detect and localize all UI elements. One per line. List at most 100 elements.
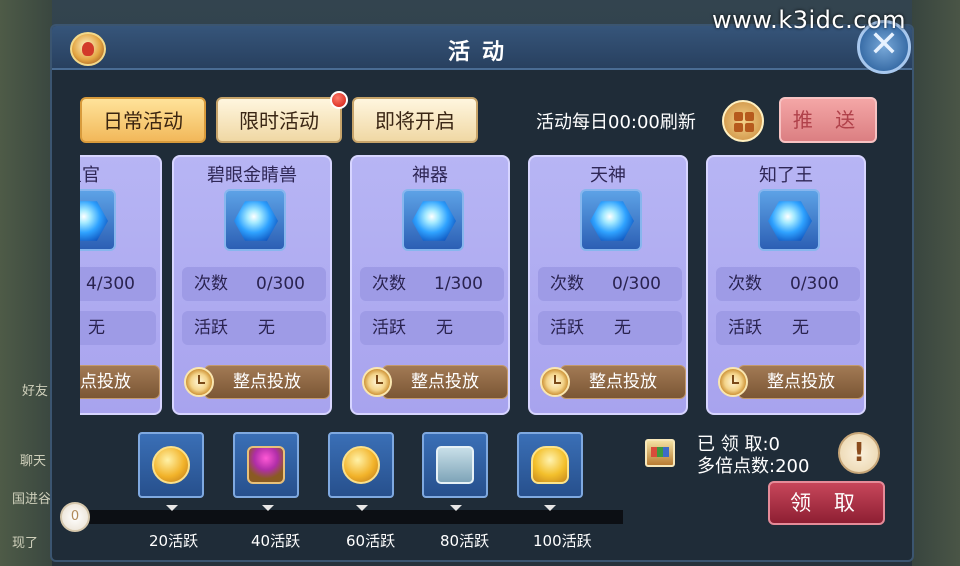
active-row: 活跃 无 [80, 311, 156, 345]
blue-gem-icon [412, 201, 456, 241]
hourly-drop-button[interactable]: 整点投放 [738, 365, 864, 399]
reward-threshold-label: 60活跃 [346, 532, 396, 550]
reward-threshold-label: 100活跃 [533, 532, 592, 550]
count-label: 次数 [194, 274, 228, 294]
active-label: 活跃 [550, 318, 584, 338]
active-row: 活跃 无 [360, 311, 504, 345]
grid-icon [734, 123, 743, 132]
progress-knob: 0 [60, 502, 90, 532]
clock-icon [184, 367, 214, 397]
active-label: 活跃 [728, 318, 762, 338]
gold-coin-icon [152, 446, 190, 484]
silver-box-icon [436, 446, 474, 484]
progress-tick-icon [450, 505, 462, 511]
info-button[interactable]: ! [838, 432, 880, 474]
progress-tick-icon [544, 505, 556, 511]
count-value: 1/300 [434, 274, 483, 294]
clock-icon [540, 367, 570, 397]
tab-label: 限时活动 [239, 109, 319, 133]
tab-upcoming[interactable]: 即将开启 [352, 97, 478, 143]
ticket-icon [645, 439, 675, 467]
activity-card: 碧眼金睛兽 次数 0/300 活跃 无 整点投放 [172, 155, 332, 415]
active-row: 活跃 无 [716, 311, 860, 345]
active-value: 无 [614, 318, 631, 338]
reward-gem-frame [80, 189, 116, 251]
treasure-chest-icon [247, 446, 285, 484]
count-row: 次数 1/300 [360, 267, 504, 301]
background-chat-text: 国进谷 [12, 492, 52, 507]
reward-threshold-label: 40活跃 [251, 532, 301, 550]
progress-tick-icon [356, 505, 368, 511]
count-label: 次数 [728, 274, 762, 294]
background-chat-text: 现了 [12, 536, 39, 551]
active-row: 活跃 无 [538, 311, 682, 345]
reward-20[interactable] [138, 432, 204, 498]
background-chat-label: 聊天 [20, 454, 47, 469]
card-title: 知了王 [759, 165, 813, 186]
active-value: 无 [436, 318, 453, 338]
card-title: 神器 [412, 165, 448, 186]
activity-progress-bar [80, 510, 623, 524]
count-value: 4/300 [86, 274, 135, 294]
grid-menu-button[interactable] [722, 100, 764, 142]
hourly-drop-button[interactable]: 整点投放 [382, 365, 508, 399]
multiplier-points: 多倍点数:200 [697, 456, 810, 477]
notification-dot-icon [330, 91, 348, 109]
reward-threshold-label: 80活跃 [440, 532, 490, 550]
card-title: 星官 [80, 165, 100, 186]
reward-60[interactable] [328, 432, 394, 498]
reward-gem-frame [580, 189, 642, 251]
active-value: 无 [258, 318, 275, 338]
count-value: 0/300 [790, 274, 839, 294]
refresh-notice: 活动每日00:00刷新 [536, 112, 696, 133]
card-title: 碧眼金睛兽 [207, 165, 297, 186]
hourly-drop-button[interactable]: 整点投放 [560, 365, 686, 399]
gold-ingot-icon [531, 446, 569, 484]
active-label: 活跃 [372, 318, 406, 338]
clock-icon [718, 367, 748, 397]
grid-icon [745, 123, 754, 132]
reward-100[interactable] [517, 432, 583, 498]
game-background-right [912, 0, 960, 566]
activity-card: 星官 次数 4/300 活跃 无 整点投放 [80, 155, 162, 415]
blue-gem-icon [590, 201, 634, 241]
blue-gem-icon [80, 201, 108, 241]
claim-button[interactable]: 领 取 [768, 481, 885, 525]
activity-card: 神器 次数 1/300 活跃 无 整点投放 [350, 155, 510, 415]
clock-icon [362, 367, 392, 397]
activity-card-list[interactable]: 星官 次数 4/300 活跃 无 整点投放 碧眼金睛兽 次数 0/300 活跃 … [80, 155, 880, 417]
progress-tick-icon [166, 505, 178, 511]
count-row: 次数 0/300 [716, 267, 860, 301]
hourly-drop-button[interactable]: 整点投放 [80, 365, 160, 399]
tab-label: 即将开启 [375, 109, 455, 133]
count-value: 0/300 [256, 274, 305, 294]
count-row: 次数 0/300 [538, 267, 682, 301]
background-friends-text: 好友 [22, 384, 49, 399]
reward-gem-frame [402, 189, 464, 251]
reward-40[interactable] [233, 432, 299, 498]
count-value: 0/300 [612, 274, 661, 294]
reward-threshold-label: 20活跃 [149, 532, 199, 550]
reward-gem-frame [758, 189, 820, 251]
count-row: 次数 4/300 [80, 267, 156, 301]
active-value: 无 [88, 318, 105, 338]
watermark: www.k3idc.com [712, 6, 906, 34]
grid-icon [734, 112, 743, 121]
progress-tick-icon [262, 505, 274, 511]
blue-gem-icon [768, 201, 812, 241]
tab-limited-activity[interactable]: 限时活动 [216, 91, 348, 143]
reward-80[interactable] [422, 432, 488, 498]
reward-gem-frame [224, 189, 286, 251]
grid-icon [745, 112, 754, 121]
blue-gem-icon [234, 201, 278, 241]
tab-daily-activity[interactable]: 日常活动 [80, 97, 206, 143]
panel-title: 活动 [447, 40, 516, 65]
game-background-left [0, 0, 52, 566]
active-value: 无 [792, 318, 809, 338]
count-label: 次数 [550, 274, 584, 294]
gold-coin-icon [342, 446, 380, 484]
push-button[interactable]: 推 送 [779, 97, 877, 143]
active-row: 活跃 无 [182, 311, 326, 345]
activity-card: 知了王 次数 0/300 活跃 无 整点投放 [706, 155, 866, 415]
hourly-drop-button[interactable]: 整点投放 [204, 365, 330, 399]
